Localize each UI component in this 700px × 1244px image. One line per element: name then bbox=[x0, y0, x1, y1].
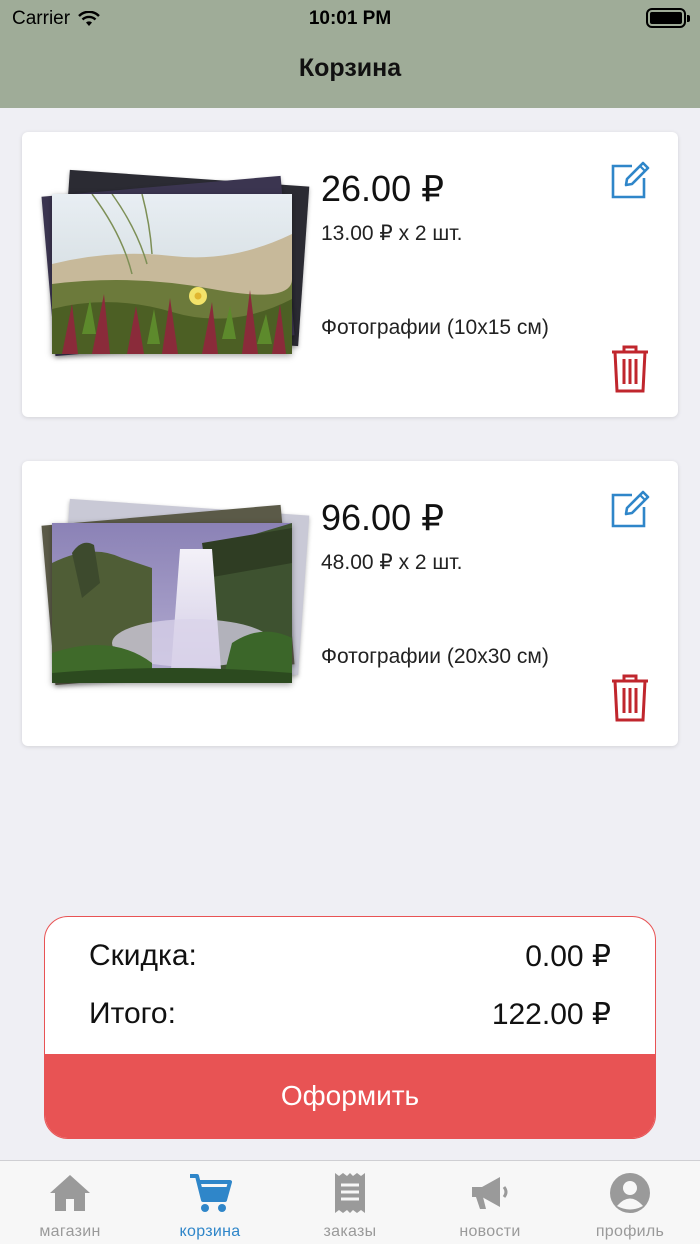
tab-profile[interactable]: профиль bbox=[560, 1161, 700, 1244]
receipt-icon bbox=[335, 1173, 365, 1213]
navigation-header: Carrier 10:01 PM Корзина bbox=[0, 0, 700, 108]
tab-label: профиль bbox=[595, 1223, 665, 1240]
cart-icon bbox=[190, 1174, 232, 1212]
item-description: Фотографии (10x15 см) bbox=[321, 316, 549, 339]
profile-icon bbox=[610, 1173, 650, 1213]
status-time: 10:01 PM bbox=[308, 8, 392, 29]
photo-thumbnail-stack bbox=[41, 169, 310, 372]
photo-thumbnail bbox=[52, 523, 292, 683]
photo-thumbnail bbox=[52, 194, 292, 354]
total-row: Итого: 122.00 ₽ bbox=[89, 997, 611, 1032]
item-unit-price: 48.00 ₽ x 2 шт. bbox=[321, 551, 463, 574]
tab-orders[interactable]: заказы bbox=[280, 1161, 420, 1244]
trash-icon bbox=[612, 674, 648, 722]
delete-item-button[interactable] bbox=[610, 344, 650, 394]
tab-shop[interactable]: магазин bbox=[0, 1161, 140, 1244]
tab-label: корзина bbox=[179, 1223, 241, 1240]
order-summary: Скидка: 0.00 ₽ Итого: 122.00 ₽ Оформить bbox=[44, 916, 656, 1139]
edit-item-button[interactable] bbox=[610, 489, 650, 529]
battery-icon bbox=[646, 8, 690, 28]
item-total-price: 26.00 ₽ bbox=[321, 168, 444, 209]
tab-label: заказы bbox=[323, 1223, 377, 1240]
total-value: 122.00 ₽ bbox=[491, 998, 611, 1031]
edit-icon bbox=[611, 490, 650, 528]
trash-icon bbox=[612, 345, 648, 393]
item-description: Фотографии (20x30 см) bbox=[321, 645, 549, 668]
tab-label: магазин bbox=[39, 1223, 101, 1240]
total-label: Итого: bbox=[89, 997, 176, 1030]
edit-icon bbox=[611, 161, 650, 199]
tab-bar: магазин корзина заказы новости профиль bbox=[0, 1160, 700, 1244]
item-unit-price: 13.00 ₽ x 2 шт. bbox=[321, 222, 463, 245]
checkout-button[interactable]: Оформить bbox=[45, 1054, 655, 1138]
tab-label: новости bbox=[459, 1223, 521, 1240]
cart-item-card[interactable]: 96.00 ₽ 48.00 ₽ x 2 шт. Фотографии (20x3… bbox=[22, 461, 678, 746]
page-title: Корзина bbox=[298, 54, 402, 82]
megaphone-icon bbox=[472, 1177, 508, 1209]
discount-value: 0.00 ₽ bbox=[525, 940, 611, 973]
home-icon bbox=[50, 1175, 90, 1211]
photo-thumbnail-stack bbox=[41, 498, 310, 701]
item-total-price: 96.00 ₽ bbox=[321, 497, 444, 538]
tab-cart[interactable]: корзина bbox=[140, 1161, 280, 1244]
delete-item-button[interactable] bbox=[610, 673, 650, 723]
status-bar: Carrier 10:01 PM bbox=[0, 0, 700, 38]
discount-label: Скидка: bbox=[89, 939, 197, 972]
cart-item-card[interactable]: 26.00 ₽ 13.00 ₽ x 2 шт. Фотографии (10x1… bbox=[22, 132, 678, 417]
edit-item-button[interactable] bbox=[610, 160, 650, 200]
tab-news[interactable]: новости bbox=[420, 1161, 560, 1244]
discount-row: Скидка: 0.00 ₽ bbox=[89, 939, 611, 974]
